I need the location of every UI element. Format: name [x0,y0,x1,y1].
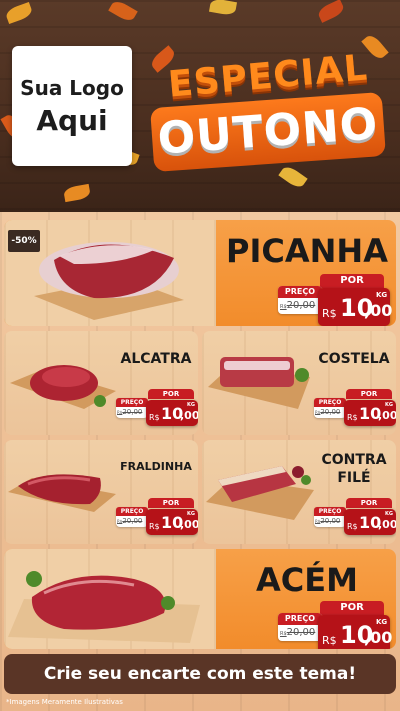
old-price: R$20,00 [315,517,340,525]
price-cents: ,00 [180,409,198,422]
price-cents: ,00 [364,628,393,647]
old-value: 20,00 [320,408,341,416]
price-tag: POR PREÇO R$20,00 R$ 10 ,00 KG [116,389,198,429]
price-tag: POR PREÇO R$20,00 R$ 10 ,00 KG [314,498,396,538]
currency: R$ [149,413,160,422]
old-price: R$20,00 [117,517,142,525]
header-wood: Sua Logo Aqui ESPECIAL OUTONO [0,0,400,212]
product-card-costela: COSTELA POR PREÇO R$20,00 R$ 10 ,00 KG [202,331,396,435]
unit-kg: KG [376,618,388,626]
old-price: R$20,00 [280,300,315,311]
preco-label: PREÇO [116,398,148,407]
old-currency: R$ [280,304,287,310]
preco-label: PREÇO [278,613,322,625]
autumn-leaf-icon [278,163,308,191]
price-cents: ,00 [378,518,396,531]
product-card-picanha: PICANHA POR PREÇO R$20,00 R$ 10 ,00 KG [4,220,396,326]
old-value: 20,00 [122,408,143,416]
currency: R$ [322,307,337,320]
preco-label: PREÇO [314,507,346,516]
product-card-contra-file: CONTRA FILÉ POR PREÇO R$20,00 R$ 10 ,00 … [202,440,396,544]
price-tag: POR PREÇO R$20,00 R$ 10 ,00 KG [278,601,393,649]
product-name: COSTELA [318,351,390,367]
autumn-leaf-icon [316,0,346,23]
old-price: R$20,00 [315,408,340,416]
price-cents: ,00 [364,301,393,320]
new-price-box: R$ 10 ,00 KG [344,400,396,426]
unit-kg: KG [187,511,195,517]
price-tag: POR PREÇO R$20,00 R$ 10 ,00 KG [278,274,393,326]
price-tag: POR PREÇO R$20,00 R$ 10 ,00 KG [314,389,396,429]
por-label: POR [320,601,384,615]
autumn-leaf-icon [4,1,34,25]
footnote: *Imagens Meramente Ilustrativas [6,698,123,706]
product-name: ALCATRA [120,351,192,367]
product-card-acem: ACÉM POR PREÇO R$20,00 R$ 10 ,00 KG [4,549,396,649]
product-name: FRALDINHA [120,460,192,473]
discount-badge: -50% [8,230,40,252]
por-label: POR [346,498,392,508]
product-name-line2: FILÉ [337,470,371,486]
preco-label: PREÇO [278,286,322,298]
new-price-box: R$ 10 ,00 KG [146,509,198,535]
autumn-leaf-icon [208,0,238,17]
old-value: 20,00 [122,517,143,525]
product-name: PICANHA [226,232,388,270]
new-price-box: R$ 10 ,00 KG [146,400,198,426]
product-name-line1: CONTRA [321,452,387,468]
product-name: ACÉM [256,561,358,599]
price-cents: ,00 [378,409,396,422]
cta-banner[interactable]: Crie seu encarte com este tema! [4,654,396,694]
flyer-page: Sua Logo Aqui ESPECIAL OUTONO PICANHA PO… [0,0,400,711]
product-card-alcatra: ALCATRA POR PREÇO R$20,00 R$ 10 ,00 KG [4,331,198,435]
new-price-box: R$ 10 ,00 KG [318,288,393,326]
por-label: POR [320,274,384,288]
preco-label: PREÇO [116,507,148,516]
por-label: POR [148,389,194,399]
acem-image [8,571,200,643]
autumn-leaf-icon [62,183,92,203]
old-value: 20,00 [320,517,341,525]
por-label: POR [346,389,392,399]
autumn-leaf-icon [108,0,138,24]
logo-text-top: Sua Logo [20,75,124,100]
currency: R$ [322,634,337,647]
old-price: R$20,00 [117,408,142,416]
new-price-box: R$ 10 ,00 KG [344,509,396,535]
currency: R$ [149,522,160,531]
product-card-fraldinha: FRALDINHA POR PREÇO R$20,00 R$ 10 ,00 KG [4,440,198,544]
por-label: POR [148,498,194,508]
new-price-box: R$ 10 ,00 KG [318,615,393,649]
currency: R$ [347,413,358,422]
logo-text-bottom: Aqui [36,103,108,137]
unit-kg: KG [385,511,393,517]
logo-placeholder: Sua Logo Aqui [12,46,132,166]
unit-kg: KG [376,291,388,299]
old-value: 20,00 [286,300,316,311]
preco-label: PREÇO [314,398,346,407]
price-cents: ,00 [180,518,198,531]
price-tag: POR PREÇO R$20,00 R$ 10 ,00 KG [116,498,198,538]
old-price: R$20,00 [280,627,315,638]
unit-kg: KG [385,402,393,408]
currency: R$ [347,522,358,531]
old-currency: R$ [280,631,287,637]
unit-kg: KG [187,402,195,408]
old-value: 20,00 [286,627,316,638]
